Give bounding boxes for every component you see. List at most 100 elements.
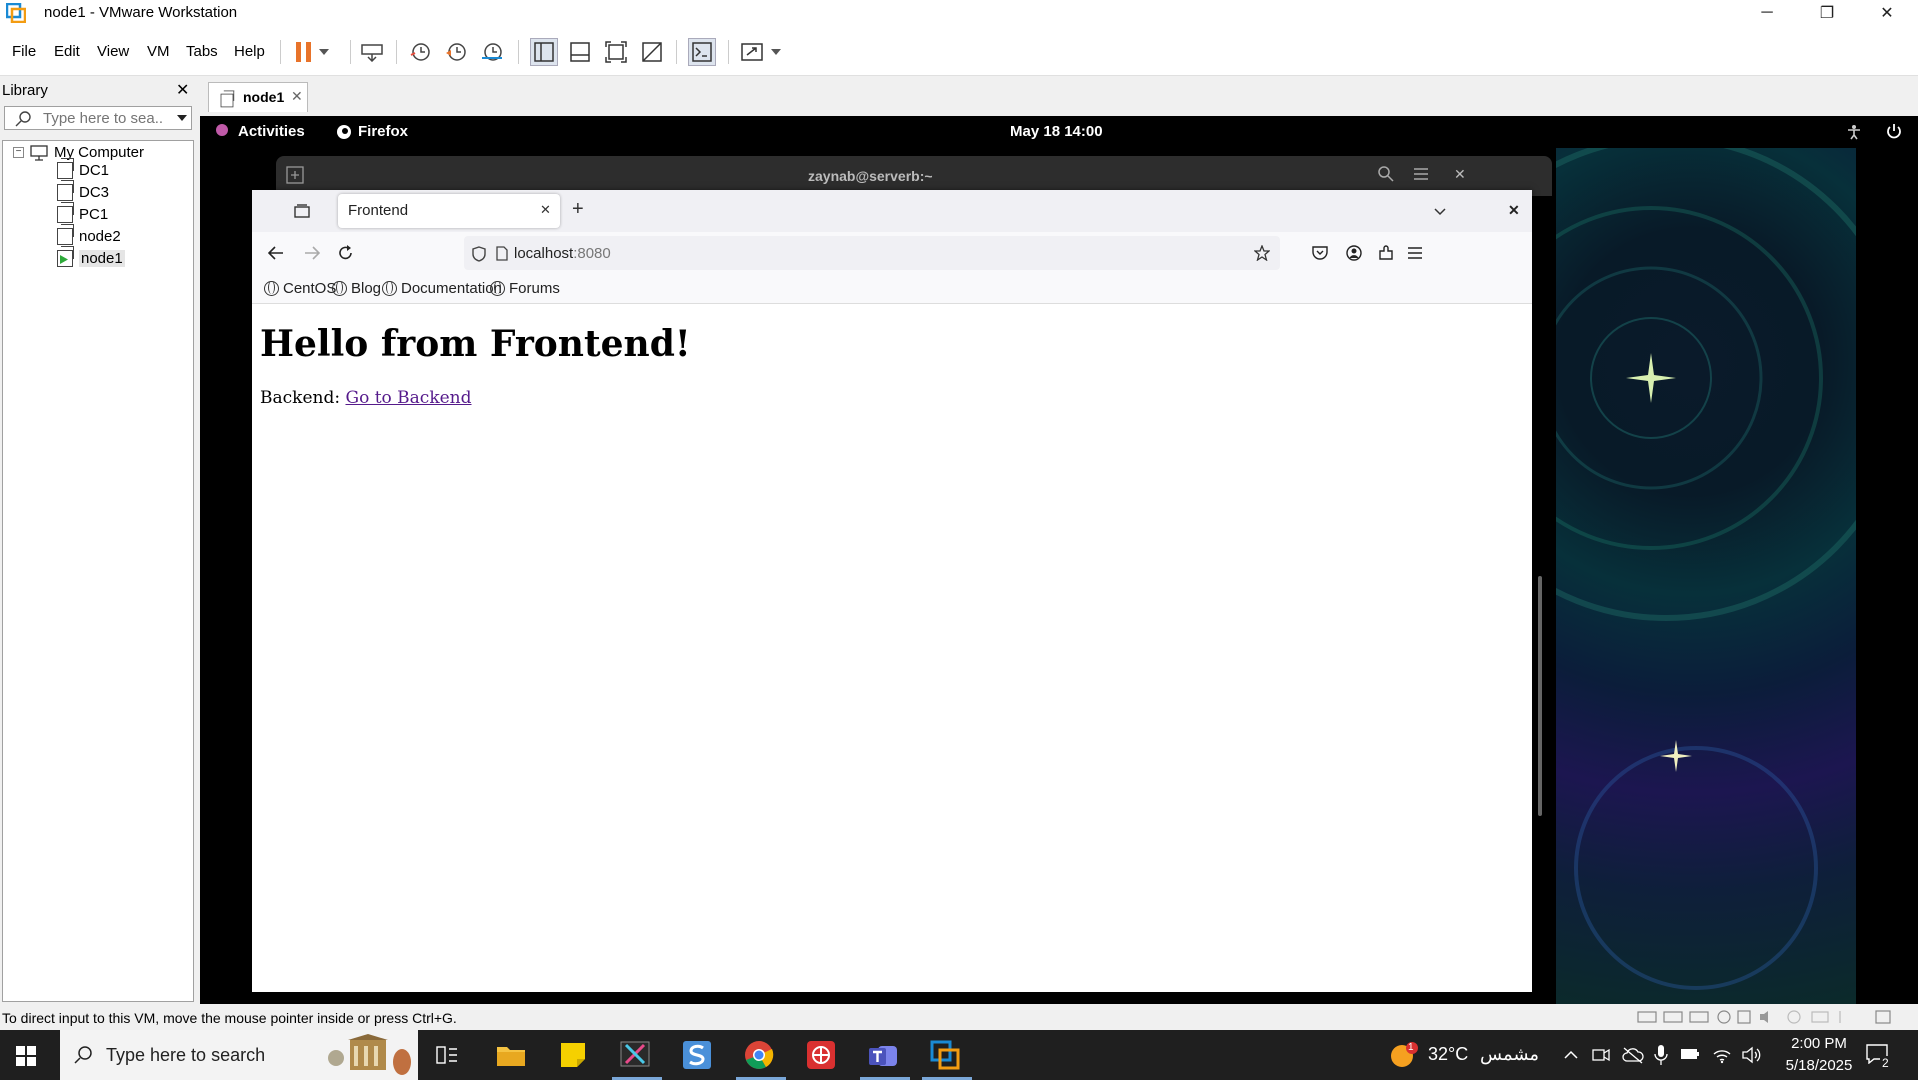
send-ctrl-alt-del-button[interactable]	[358, 38, 386, 66]
sticky-notes-button[interactable]	[556, 1038, 590, 1072]
bookmark-star-icon[interactable]	[1254, 245, 1270, 261]
vm-display[interactable]: Activities Firefox May 18 14:00 zaynab@s…	[200, 116, 1918, 1004]
bookmark-documentation[interactable]: Documentation	[382, 280, 502, 297]
tree-item-vm[interactable]: DC3	[57, 180, 109, 201]
tree-item-vm[interactable]: DC1	[57, 158, 109, 179]
reload-icon[interactable]	[338, 245, 354, 261]
meet-now-icon[interactable]	[1592, 1046, 1610, 1064]
library-close-button[interactable]: ✕	[176, 80, 189, 100]
pocket-icon[interactable]	[1312, 246, 1328, 260]
taskbar-date[interactable]: 5/18/2025	[1776, 1057, 1862, 1074]
menu-edit[interactable]: Edit	[54, 43, 80, 60]
wifi-icon[interactable]	[1712, 1046, 1732, 1064]
menu-vm[interactable]: VM	[147, 43, 170, 60]
new-tab-icon[interactable]	[286, 166, 304, 184]
minimize-button[interactable]: ─	[1744, 0, 1790, 26]
red-app-icon	[807, 1041, 835, 1069]
s-app-icon	[683, 1041, 711, 1069]
hamburger-menu-icon[interactable]	[1408, 247, 1422, 259]
chevron-down-icon[interactable]	[177, 115, 187, 121]
volume-icon[interactable]	[1742, 1046, 1762, 1064]
windows-start-icon[interactable]	[16, 1046, 36, 1066]
console-view-button[interactable]	[688, 38, 716, 66]
tree-item-label: PC1	[79, 206, 109, 223]
extensions-icon[interactable]	[1378, 245, 1394, 261]
library-search-input[interactable]	[43, 109, 163, 127]
snipping-tool-button[interactable]	[618, 1038, 652, 1072]
tab-title: Frontend	[348, 202, 409, 219]
cloud-offline-icon[interactable]	[1622, 1046, 1644, 1064]
url-bar[interactable]: localhost:8080	[464, 236, 1280, 270]
full-screen-button[interactable]	[602, 38, 630, 66]
stretch-dropdown-button[interactable]	[768, 38, 784, 66]
shield-icon[interactable]	[472, 246, 486, 262]
terminal-scrollbar[interactable]	[1538, 576, 1542, 816]
revert-snapshot-button[interactable]	[442, 38, 470, 66]
chevron-down-icon[interactable]	[1434, 208, 1446, 216]
tree-item-my-computer[interactable]: − My Computer	[13, 144, 144, 161]
app-menu[interactable]: Firefox	[358, 123, 408, 140]
unity-button[interactable]	[638, 38, 666, 66]
battery-icon[interactable]	[1680, 1048, 1700, 1060]
task-view-icon[interactable]	[436, 1046, 458, 1064]
weather-temperature[interactable]: 32°C	[1428, 1044, 1468, 1065]
close-button[interactable]: ✕	[1864, 0, 1910, 26]
tree-item-vm[interactable]: node2	[57, 224, 121, 245]
bookmark-centos[interactable]: CentOS	[264, 280, 336, 297]
s-app-button[interactable]	[680, 1038, 714, 1072]
file-explorer-button[interactable]	[494, 1038, 528, 1072]
url-text[interactable]: localhost:8080	[514, 245, 611, 262]
chrome-icon	[745, 1041, 774, 1069]
chevron-up-icon[interactable]	[1564, 1050, 1578, 1059]
power-dropdown-button[interactable]	[316, 38, 332, 66]
power-icon[interactable]	[1886, 123, 1902, 139]
menu-tabs[interactable]: Tabs	[186, 43, 218, 60]
backend-label: Backend:	[260, 388, 346, 408]
new-tab-button[interactable]: +	[572, 198, 584, 221]
snapshot-manager-button[interactable]	[478, 38, 506, 66]
weather-condition[interactable]: مشمس	[1480, 1044, 1539, 1065]
back-icon[interactable]	[268, 246, 284, 260]
terminal-close-button[interactable]: ✕	[1454, 166, 1466, 183]
device-icons[interactable]	[1636, 1008, 1906, 1026]
vm-icon	[57, 224, 74, 245]
tab-close-button[interactable]: ✕	[291, 88, 303, 105]
tree-item-vm[interactable]: PC1	[57, 202, 109, 223]
account-icon[interactable]	[1346, 245, 1362, 261]
toolbar-separator	[396, 40, 397, 64]
teams-button[interactable]	[866, 1038, 900, 1072]
search-icon[interactable]	[1378, 166, 1394, 182]
forward-icon[interactable]	[304, 246, 320, 260]
collapse-icon[interactable]: −	[13, 147, 24, 158]
clock[interactable]: May 18 14:00	[1010, 123, 1103, 140]
menu-help[interactable]: Help	[234, 43, 265, 60]
stretch-button[interactable]	[738, 38, 766, 66]
backend-link[interactable]: Go to Backend	[345, 388, 471, 408]
taskbar-time[interactable]: 2:00 PM	[1784, 1035, 1854, 1052]
firefox-close-button[interactable]: ✕	[1508, 202, 1520, 219]
thumbnail-bar-button[interactable]	[566, 38, 594, 66]
red-app-button[interactable]	[804, 1038, 838, 1072]
hamburger-menu-icon[interactable]	[1414, 168, 1428, 180]
show-library-button[interactable]	[530, 38, 558, 66]
stretch-icon	[741, 43, 763, 61]
menu-file[interactable]: File	[12, 43, 36, 60]
chrome-button[interactable]	[742, 1038, 776, 1072]
microphone-icon[interactable]	[1654, 1044, 1668, 1066]
taskbar-search[interactable]: Type here to search	[60, 1030, 418, 1080]
tab-overview-icon[interactable]	[294, 204, 310, 218]
pause-button[interactable]	[290, 38, 318, 66]
menu-view[interactable]: View	[97, 43, 129, 60]
restore-button[interactable]: ❐	[1804, 0, 1850, 26]
tab-node1[interactable]: node1 ✕	[208, 82, 308, 112]
bookmark-blog[interactable]: Blog	[332, 280, 381, 297]
snapshot-button[interactable]	[406, 38, 434, 66]
activities-button[interactable]: Activities	[238, 123, 305, 140]
library-search[interactable]	[4, 106, 192, 130]
tab-frontend[interactable]: Frontend ✕	[338, 194, 560, 228]
bookmark-forums[interactable]: Forums	[490, 280, 560, 297]
vmware-button[interactable]	[928, 1038, 962, 1072]
tree-item-vm-selected[interactable]: node1	[57, 246, 125, 267]
tab-close-button[interactable]: ✕	[540, 202, 551, 218]
accessibility-icon[interactable]	[1846, 124, 1862, 140]
